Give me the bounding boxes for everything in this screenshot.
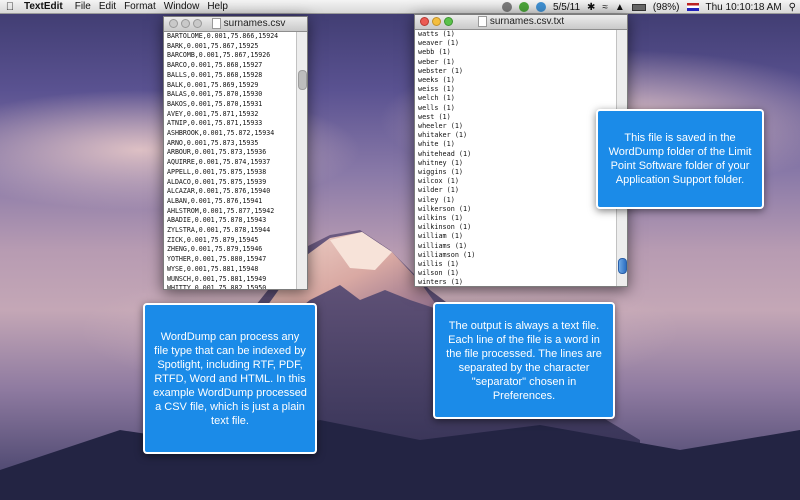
apple-menu-icon[interactable]: 	[0, 1, 20, 13]
status-app-icon-2[interactable]	[518, 2, 529, 12]
text-line: whitaker (1)	[418, 131, 468, 140]
status-app-icon-3[interactable]	[535, 2, 546, 12]
csv-scrollbar[interactable]	[296, 32, 307, 289]
text-line: ALCAZAR,0.001,75.876,15940	[167, 187, 271, 196]
callout-save-location: This file is saved in the WordDump folde…	[596, 109, 764, 209]
text-line: ALDACO,0.001,75.875,15939	[167, 177, 267, 186]
text-line: ASHBROOK,0.001,75.872,15934	[167, 129, 275, 138]
text-line: wheeler (1)	[418, 122, 464, 131]
text-line: BALK,0.001,75.869,15929	[167, 80, 259, 89]
minimize-button[interactable]	[432, 17, 441, 26]
text-line: whitney (1)	[418, 158, 464, 167]
txt-window-titlebar[interactable]: surnames.csv.txt	[415, 15, 627, 30]
text-line: weiss (1)	[418, 85, 455, 94]
text-line: willis (1)	[418, 260, 459, 269]
status-date[interactable]: 5/5/11	[553, 2, 580, 13]
text-line: ATNIP,0.001,75.871,15933	[167, 119, 263, 128]
text-line: ARNO,0.001,75.873,15935	[167, 138, 259, 147]
text-line: whitehead (1)	[418, 149, 472, 158]
menu-edit[interactable]: Edit	[99, 1, 116, 12]
text-line: wilkins (1)	[418, 214, 464, 223]
zoom-button[interactable]	[444, 17, 453, 26]
text-line: watts (1)	[418, 30, 455, 38]
text-line: ZYLSTRA,0.001,75.878,15944	[167, 226, 271, 235]
menu-app-name[interactable]: TextEdit	[24, 1, 63, 12]
input-flag-icon[interactable]	[686, 3, 699, 11]
desktop:  TextEdit File Edit Format Window Help …	[0, 0, 800, 500]
txt-text-area[interactable]: watts (1) weaver (1) webb (1) weber (1) webs…	[415, 30, 617, 286]
text-line: winters (1)	[418, 278, 464, 286]
csv-window-title: surnames.csv	[223, 18, 286, 29]
callout-output: The output is always a text file. Each l…	[433, 302, 615, 419]
text-line: wilkerson (1)	[418, 204, 472, 213]
text-line: AVEY,0.001,75.871,15932	[167, 109, 259, 118]
document-icon	[211, 17, 221, 29]
text-line: AHLSTROM,0.001,75.877,15942	[167, 206, 275, 215]
text-line: webb (1)	[418, 48, 451, 57]
menu-bar:  TextEdit File Edit Format Window Help …	[0, 0, 800, 14]
text-line: wiley (1)	[418, 195, 455, 204]
zoom-button[interactable]	[193, 19, 202, 28]
menu-help[interactable]: Help	[207, 1, 228, 12]
text-line: williamson (1)	[418, 250, 476, 259]
document-icon	[477, 15, 487, 27]
close-button[interactable]	[169, 19, 178, 28]
text-line: wilkinson (1)	[418, 223, 472, 232]
text-line: wilder (1)	[418, 186, 459, 195]
text-line: west (1)	[418, 112, 451, 121]
csv-scroll-thumb[interactable]	[298, 70, 307, 90]
text-line: wilson (1)	[418, 269, 459, 278]
text-line: weber (1)	[418, 57, 455, 66]
menu-clock[interactable]: Thu 10:10:18 AM	[706, 2, 782, 13]
menu-file[interactable]: File	[75, 1, 91, 12]
txt-scroll-thumb[interactable]	[618, 258, 627, 274]
text-line: BARK,0.001,75.867,15925	[167, 41, 259, 50]
text-line: ALBAN,0.001,75.876,15941	[167, 196, 263, 205]
text-line: WUNSCH,0.001,75.881,15949	[167, 274, 267, 283]
battery-percent[interactable]: (98%)	[653, 2, 680, 13]
text-line: ZICK,0.001,75.879,15945	[167, 235, 259, 244]
menu-format[interactable]: Format	[124, 1, 156, 12]
text-line: welch (1)	[418, 94, 455, 103]
text-line: BARTOLOME,0.001,75.866,15924	[167, 32, 279, 40]
text-line: AQUIRRE,0.001,75.874,15937	[167, 158, 271, 167]
spotlight-icon[interactable]: ⚲	[789, 2, 796, 13]
text-line: webster (1)	[418, 66, 464, 75]
text-line: BAKOS,0.001,75.870,15931	[167, 99, 263, 108]
bluetooth-icon[interactable]: ✱	[587, 2, 595, 13]
text-line: BALAS,0.001,75.870,15930	[167, 90, 263, 99]
battery-icon[interactable]	[631, 3, 646, 11]
text-line: BALLS,0.001,75.868,15928	[167, 70, 263, 79]
text-line: WHITTY,0.001,75.882,15950	[167, 284, 267, 289]
status-area: 5/5/11 ✱ ≈ ▲ (98%) Thu 10:10:18 AM ⚲	[501, 0, 796, 14]
wifi-icon[interactable]: ≈	[602, 2, 608, 13]
text-line: WYSE,0.001,75.881,15948	[167, 264, 259, 273]
text-line: wiggins (1)	[418, 168, 464, 177]
text-line: ABADIE,0.001,75.878,15943	[167, 216, 267, 225]
text-line: YOTHER,0.001,75.880,15947	[167, 255, 267, 264]
text-line: ARBOUR,0.001,75.873,15936	[167, 148, 267, 157]
csv-window-titlebar[interactable]: surnames.csv	[164, 17, 307, 32]
text-line: ZHENG,0.001,75.879,15946	[167, 245, 263, 254]
text-line: william (1)	[418, 232, 464, 241]
text-line: white (1)	[418, 140, 455, 149]
text-line: williams (1)	[418, 241, 468, 250]
volume-icon[interactable]: ▲	[615, 2, 625, 13]
text-line: weeks (1)	[418, 76, 455, 85]
mountain-wallpaper	[0, 50, 800, 500]
text-line: wells (1)	[418, 103, 455, 112]
status-app-icon-1[interactable]	[501, 2, 512, 12]
callout-file-types: WordDump can process any file type that …	[143, 303, 317, 454]
text-line: wilcox (1)	[418, 177, 459, 186]
txt-window-title: surnames.csv.txt	[489, 16, 565, 27]
csv-window: surnames.csv BARTOLOME,0.001,75.866,1592…	[163, 16, 308, 290]
text-line: APPELL,0.001,75.875,15938	[167, 167, 267, 176]
csv-text-area[interactable]: BARTOLOME,0.001,75.866,15924 BARK,0.001,7…	[164, 32, 297, 289]
minimize-button[interactable]	[181, 19, 190, 28]
text-line: BARCOMB,0.001,75.867,15926	[167, 51, 271, 60]
text-line: BARCO,0.001,75.868,15927	[167, 61, 263, 70]
close-button[interactable]	[420, 17, 429, 26]
text-line: weaver (1)	[418, 39, 459, 48]
menu-window[interactable]: Window	[164, 1, 200, 12]
